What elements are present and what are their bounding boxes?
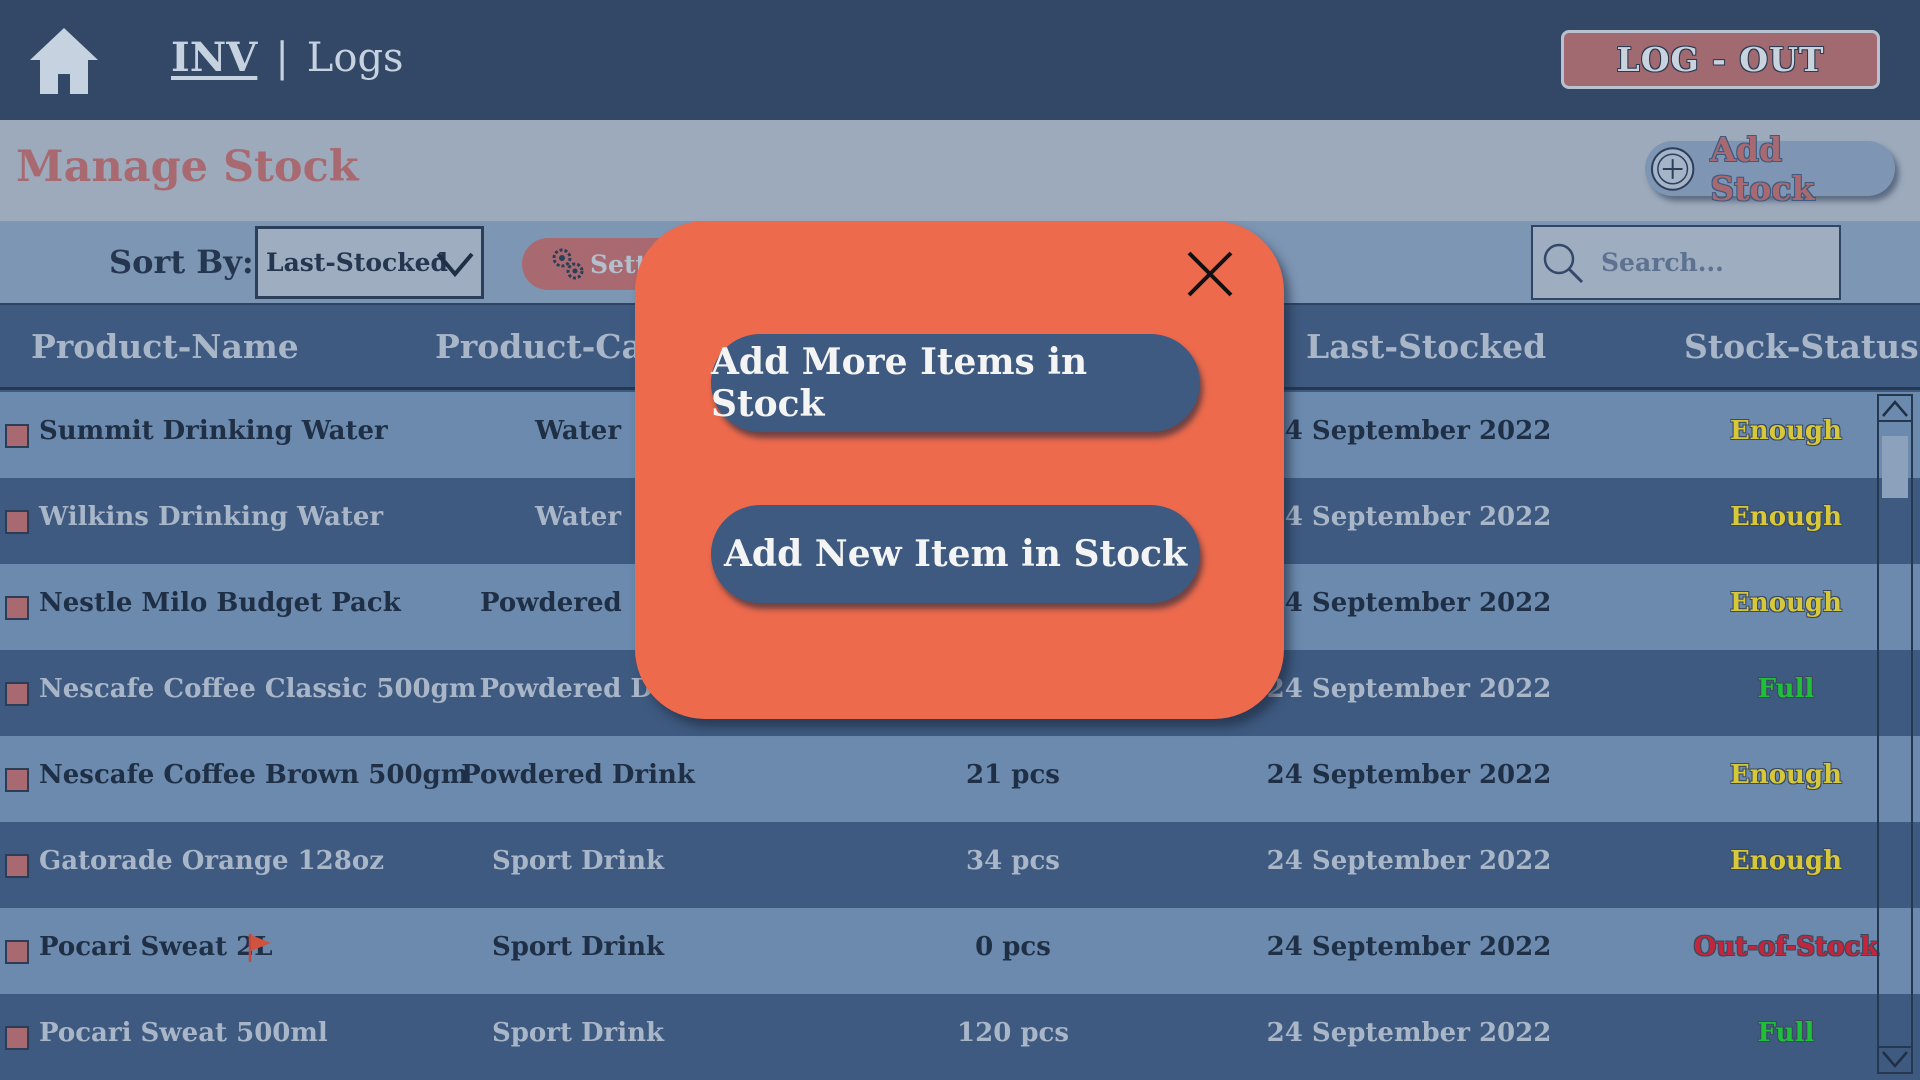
gears-icon (552, 248, 584, 280)
row-checkbox[interactable] (5, 854, 29, 878)
cell-product-name: Pocari Sweat 2L (39, 932, 273, 962)
breadcrumb: INV | Logs (171, 34, 404, 81)
table-row[interactable]: Gatorade Orange 128oz Sport Drink 34 pcs… (0, 822, 1920, 908)
search-icon (1543, 243, 1584, 283)
page-title: Manage Stock (16, 142, 359, 192)
table-scrollbar[interactable] (1877, 394, 1913, 1074)
status-badge: Enough (1729, 588, 1843, 618)
chevron-down-icon (436, 252, 474, 278)
table-row[interactable]: Pocari Sweat 2L Sport Drink 0 pcs 24 Sep… (0, 908, 1920, 994)
scroll-thumb[interactable] (1882, 436, 1908, 498)
cell-last-stocked: 24 September 2022 (1266, 1018, 1552, 1048)
cell-product-name: Nescafe Coffee Brown 500gm (39, 760, 469, 790)
cell-product-name: Summit Drinking Water (39, 416, 388, 446)
add-stock-label: Add Stock (1710, 129, 1815, 208)
cell-quantity: 120 pcs (957, 1018, 1069, 1048)
cell-quantity: 34 pcs (966, 846, 1060, 876)
status-badge: Full (1757, 674, 1815, 704)
manage-stock-header: Manage Stock Add Stock (0, 120, 1920, 221)
cell-product-name: Nescafe Coffee Classic 500gm (39, 674, 477, 704)
cell-quantity: 21 pcs (966, 760, 1060, 790)
add-more-items-button[interactable]: Add More Items in Stock (711, 334, 1200, 432)
row-checkbox[interactable] (5, 510, 29, 534)
add-stock-modal: Add More Items in Stock Add New Item in … (635, 221, 1284, 719)
row-checkbox[interactable] (5, 940, 29, 964)
column-header-stock-status[interactable]: Stock-Status (1684, 327, 1919, 366)
status-badge: Enough (1729, 846, 1843, 876)
cell-last-stocked: 24 September 2022 (1266, 502, 1552, 532)
sort-value: Last-Stocked (266, 248, 448, 277)
flag-icon (248, 934, 271, 962)
table-row[interactable]: Nescafe Coffee Brown 500gm Powdered Drin… (0, 736, 1920, 822)
cell-category: Water (534, 416, 622, 446)
row-checkbox[interactable] (5, 424, 29, 448)
nav-separator: | (275, 34, 289, 81)
cell-product-name: Nestle Milo Budget Pack (39, 588, 401, 618)
logout-button[interactable]: LOG - OUT (1561, 30, 1880, 89)
search-box (1531, 225, 1841, 300)
cell-category: Powdered Drink (461, 760, 695, 790)
cell-category: Sport Drink (491, 846, 665, 876)
cell-last-stocked: 24 September 2022 (1266, 416, 1552, 446)
cell-category: Water (534, 502, 622, 532)
top-bar: INV | Logs LOG - OUT (0, 0, 1920, 120)
nav-inv-link[interactable]: INV (171, 34, 257, 81)
column-header-product-name[interactable]: Product-Name (31, 327, 299, 366)
table-row[interactable]: Pocari Sweat 500ml Sport Drink 120 pcs 2… (0, 994, 1920, 1080)
cell-last-stocked: 24 September 2022 (1266, 846, 1552, 876)
column-header-last-stocked[interactable]: Last-Stocked (1306, 327, 1546, 366)
cell-last-stocked: 24 September 2022 (1266, 760, 1552, 790)
status-badge: Enough (1729, 502, 1843, 532)
cell-product-name: Gatorade Orange 128oz (39, 846, 384, 876)
plus-circle-icon (1650, 146, 1695, 191)
row-checkbox[interactable] (5, 1026, 29, 1050)
cell-last-stocked: 24 September 2022 (1266, 932, 1552, 962)
cell-category: Sport Drink (491, 1018, 665, 1048)
nav-logs-link[interactable]: Logs (307, 35, 404, 81)
home-icon[interactable] (28, 24, 100, 96)
add-stock-button[interactable]: Add Stock (1645, 130, 1895, 208)
sort-label: Sort By: (109, 243, 254, 281)
row-checkbox[interactable] (5, 596, 29, 620)
add-new-item-button[interactable]: Add New Item in Stock (711, 505, 1200, 603)
sort-dropdown[interactable]: Last-Stocked (255, 226, 484, 299)
status-badge: Out-of-Stock (1693, 932, 1879, 962)
cell-product-name: Pocari Sweat 500ml (39, 1018, 328, 1048)
close-icon[interactable] (1184, 248, 1236, 300)
status-badge: Full (1757, 1018, 1815, 1048)
cell-last-stocked: 24 September 2022 (1266, 674, 1552, 704)
row-checkbox[interactable] (5, 682, 29, 706)
cell-last-stocked: 24 September 2022 (1266, 588, 1552, 618)
status-badge: Enough (1729, 760, 1843, 790)
scroll-down-arrow-icon[interactable] (1879, 1046, 1911, 1072)
cell-category: Sport Drink (491, 932, 665, 962)
search-input[interactable] (1601, 248, 1821, 277)
scroll-up-arrow-icon[interactable] (1879, 396, 1911, 422)
row-checkbox[interactable] (5, 768, 29, 792)
cell-product-name: Wilkins Drinking Water (39, 502, 384, 532)
status-badge: Enough (1729, 416, 1843, 446)
cell-quantity: 0 pcs (975, 932, 1051, 962)
